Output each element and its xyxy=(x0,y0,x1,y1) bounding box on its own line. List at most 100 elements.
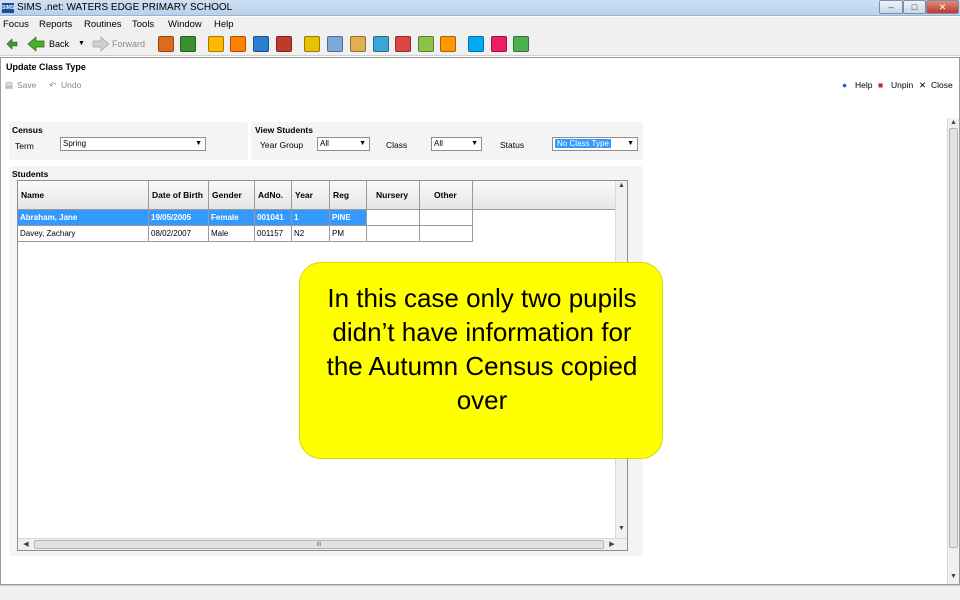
module-icon[interactable] xyxy=(513,36,529,52)
census-panel: Census Term Spring ▼ xyxy=(9,122,248,160)
column-header-adno[interactable]: AdNo. xyxy=(255,181,292,210)
cell-adno[interactable]: 001041 xyxy=(255,210,292,226)
students-title: Students xyxy=(12,169,49,179)
term-select[interactable]: Spring ▼ xyxy=(60,137,206,151)
module-icon[interactable] xyxy=(350,36,366,52)
window-close-button[interactable]: ✕ xyxy=(926,0,959,14)
maximize-button[interactable]: □ xyxy=(903,0,926,14)
page-vertical-scrollbar[interactable]: ▲ ▼ xyxy=(947,118,959,584)
back-dropdown-icon[interactable]: ▼ xyxy=(78,40,85,47)
undo-button[interactable]: Undo xyxy=(61,80,81,90)
chevron-down-icon: ▼ xyxy=(471,140,478,147)
window-title: SIMS .net: WATERS EDGE PRIMARY SCHOOL xyxy=(17,2,233,13)
module-icon[interactable] xyxy=(468,36,484,52)
module-icon[interactable] xyxy=(373,36,389,52)
module-icon[interactable] xyxy=(158,36,174,52)
forward-button[interactable]: Forward xyxy=(112,39,145,49)
menu-routines[interactable]: Routines xyxy=(84,19,122,30)
back-arrow-icon[interactable] xyxy=(27,36,45,52)
menu-tools[interactable]: Tools xyxy=(132,19,154,30)
scroll-thumb[interactable] xyxy=(949,128,958,548)
scroll-up-icon[interactable]: ▲ xyxy=(616,182,627,189)
chevron-down-icon: ▼ xyxy=(195,140,202,147)
module-icon[interactable] xyxy=(491,36,507,52)
module-icon[interactable] xyxy=(276,36,292,52)
column-header-reg[interactable]: Reg xyxy=(330,181,367,210)
cell-adno[interactable]: 001157 xyxy=(255,226,292,242)
cell-dob[interactable]: 08/02/2007 xyxy=(149,226,209,242)
cell-nursery[interactable] xyxy=(367,210,420,226)
cell-dob[interactable]: 19/05/2005 xyxy=(149,210,209,226)
menu-reports[interactable]: Reports xyxy=(39,19,72,30)
column-header-year[interactable]: Year xyxy=(292,181,330,210)
census-title: Census xyxy=(12,125,43,135)
class-value: All xyxy=(434,139,443,148)
module-icon[interactable] xyxy=(327,36,343,52)
column-header-filler xyxy=(473,181,615,210)
scroll-down-icon[interactable]: ▼ xyxy=(616,525,627,532)
unpin-icon: ■ xyxy=(878,80,884,90)
cell-other[interactable] xyxy=(420,210,473,226)
class-label: Class xyxy=(386,140,408,150)
title-bar: SIMS SIMS .net: WATERS EDGE PRIMARY SCHO… xyxy=(0,0,960,16)
cell-gender[interactable]: Female xyxy=(209,210,255,226)
class-select[interactable]: All ▼ xyxy=(431,137,482,151)
module-icon[interactable] xyxy=(304,36,320,52)
chevron-down-icon: ▼ xyxy=(359,140,366,147)
cell-year[interactable]: N2 xyxy=(292,226,330,242)
grid-horizontal-scrollbar[interactable]: ◀ III ▶ xyxy=(18,538,627,550)
module-icon[interactable] xyxy=(230,36,246,52)
save-button[interactable]: Save xyxy=(17,80,36,90)
column-header-gender[interactable]: Gender xyxy=(209,181,255,210)
horizontal-scroll-thumb[interactable]: III xyxy=(34,540,604,549)
cell-other[interactable] xyxy=(420,226,473,242)
module-icon[interactable] xyxy=(180,36,196,52)
refresh-icon[interactable] xyxy=(4,36,20,52)
menu-window[interactable]: Window xyxy=(168,19,202,30)
cell-name[interactable]: Abraham, Jane xyxy=(18,210,149,226)
column-header-other[interactable]: Other xyxy=(420,181,473,210)
column-header-name[interactable]: Name xyxy=(18,181,149,210)
back-button[interactable]: Back xyxy=(49,39,69,49)
year-group-select[interactable]: All ▼ xyxy=(317,137,370,151)
annotation-callout: In this case only two pupils didn’t have… xyxy=(299,262,663,459)
help-button[interactable]: Help xyxy=(855,80,872,90)
view-students-title: View Students xyxy=(255,125,313,135)
status-value: No Class Type xyxy=(555,139,611,148)
term-value: Spring xyxy=(63,139,87,148)
undo-icon: ↶ xyxy=(49,80,57,90)
callout-text: In this case only two pupils didn’t have… xyxy=(326,283,638,415)
cell-reg[interactable]: PM xyxy=(330,226,367,242)
module-icon[interactable] xyxy=(253,36,269,52)
close-button[interactable]: Close xyxy=(931,80,953,90)
term-label: Term xyxy=(15,141,34,151)
scroll-right-icon[interactable]: ▶ xyxy=(607,540,617,548)
year-group-value: All xyxy=(320,139,329,148)
scroll-left-icon[interactable]: ◀ xyxy=(21,540,31,548)
cell-gender[interactable]: Male xyxy=(209,226,255,242)
chevron-down-icon: ▼ xyxy=(627,140,634,147)
cell-name[interactable]: Davey, Zachary xyxy=(18,226,149,242)
forward-arrow-icon[interactable] xyxy=(92,36,110,52)
minimize-button[interactable]: – xyxy=(879,0,903,14)
module-icon[interactable] xyxy=(208,36,224,52)
menu-bar: Focus Reports Routines Tools Window Help xyxy=(0,17,960,32)
status-label: Status xyxy=(500,140,525,150)
cell-year[interactable]: 1 xyxy=(292,210,330,226)
sims-app-icon: SIMS xyxy=(2,3,15,13)
page-title: Update Class Type xyxy=(6,62,86,72)
cell-nursery[interactable] xyxy=(367,226,420,242)
cell-reg[interactable]: PINE xyxy=(330,210,367,226)
module-icon[interactable] xyxy=(440,36,456,52)
scroll-down-icon[interactable]: ▼ xyxy=(948,573,959,580)
column-header-nursery[interactable]: Nursery xyxy=(367,181,420,210)
menu-help[interactable]: Help xyxy=(214,19,234,30)
column-header-dob[interactable]: Date of Birth xyxy=(149,181,209,210)
close-icon: ✕ xyxy=(919,80,927,90)
status-select[interactable]: No Class Type ▼ xyxy=(552,137,638,151)
menu-focus[interactable]: Focus xyxy=(3,19,29,30)
module-icon[interactable] xyxy=(395,36,411,52)
module-icon[interactable] xyxy=(418,36,434,52)
unpin-button[interactable]: Unpin xyxy=(891,80,913,90)
scroll-up-icon[interactable]: ▲ xyxy=(948,119,959,126)
